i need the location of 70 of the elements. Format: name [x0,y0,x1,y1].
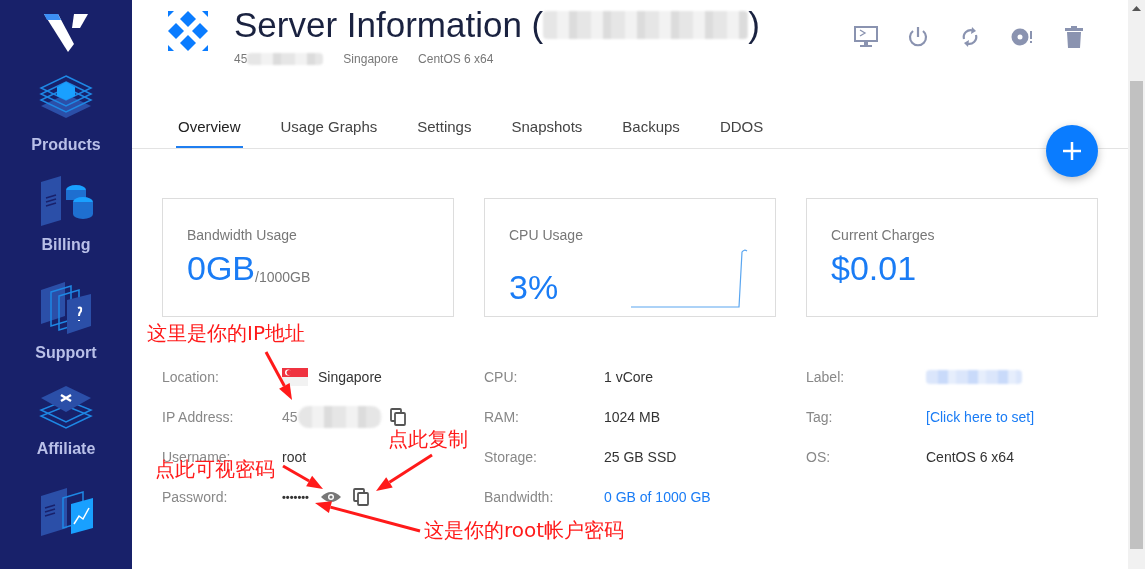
sidebar-item[interactable]: Support [35,280,97,384]
sidebar-item[interactable]: Products [31,72,101,176]
copy-button[interactable] [352,488,369,506]
detail-link[interactable]: [Click here to set] [926,409,1035,425]
card-title: Bandwidth Usage [187,227,298,243]
server-os: CentOS 6 x64 [418,52,494,66]
card-title: CPU Usage [509,227,584,243]
scrollbar[interactable] [1128,0,1145,569]
detail-label: Storage: [484,449,538,465]
plus-icon [1063,142,1081,160]
tab[interactable]: Backups [620,108,682,148]
sidebar-item[interactable]: Affiliate [36,384,96,488]
card-value: $0.01 [831,249,917,288]
logo-icon[interactable] [44,14,88,52]
annotation-arrow [282,464,323,489]
annotation-note: 点此复制 [388,427,468,451]
tab[interactable]: Overview [176,108,243,148]
server-ip: 45 [234,52,248,66]
copy-button[interactable] [389,408,406,426]
annotation-note: 这里是你的IP地址 [147,321,305,345]
tab[interactable]: DDOS [717,108,766,148]
chart-document-icon [39,488,93,536]
detail-label: OS: [806,449,832,465]
chat-cards-icon [39,280,93,336]
refresh-icon [960,26,980,48]
card-title: Current Charges [831,227,936,243]
detail-value: 25 GB SSD [604,449,677,465]
scroll-thumb[interactable] [1130,81,1143,549]
detail-value: 45 [282,409,298,425]
detail-link[interactable]: 0 GB of 1000 GB [604,489,711,505]
detail-value: CentOS 6 x64 [926,449,1014,465]
detail-value: 1024 MB [604,409,661,425]
annotation-arrow [376,453,433,491]
detail-label: Location: [162,369,220,385]
detail-label: IP Address: [162,409,235,425]
tab[interactable]: Settings [415,108,474,148]
annotation-arrow [264,351,292,400]
invoice-coins-icon [39,176,93,228]
detail-label: Tag: [806,409,834,425]
tab[interactable]: Snapshots [509,108,585,148]
card-unit: /1000GB [255,269,311,285]
power-icon [907,26,929,48]
detail-value: 1 vCore [604,369,654,385]
app-logo-icon [165,8,211,54]
add-button[interactable] [1046,125,1098,177]
tab[interactable]: Usage Graphs [278,108,380,148]
card-value: 3% [509,268,559,307]
detail-label: Bandwidth: [484,489,555,505]
detail-label: RAM: [484,409,520,425]
page-title: Server Information ( [234,5,544,45]
page-title-end: ) [748,5,760,45]
detail-label: Label: [806,369,846,385]
detail-value: root [282,449,307,465]
detail-label: Password: [162,489,229,505]
show-password-button[interactable] [320,491,341,503]
server-location: Singapore [343,52,399,66]
console-button[interactable] [854,26,878,50]
delete-button[interactable] [1062,26,1086,50]
annotation-note: 这是你的root帐户密码 [424,518,625,542]
card-value: 0GB [187,249,256,288]
password-value: ••••••• [282,491,309,503]
detail-label: CPU: [484,369,519,385]
layers-x-icon [39,384,93,432]
sidebar-item[interactable]: Billing [39,176,93,280]
disc-icon [1011,26,1033,47]
scroll-up-icon[interactable] [1132,6,1141,11]
trash-icon [1065,26,1083,48]
detail-value: Singapore [318,369,382,385]
flag-icon [282,368,308,386]
terminal-icon [854,26,878,48]
